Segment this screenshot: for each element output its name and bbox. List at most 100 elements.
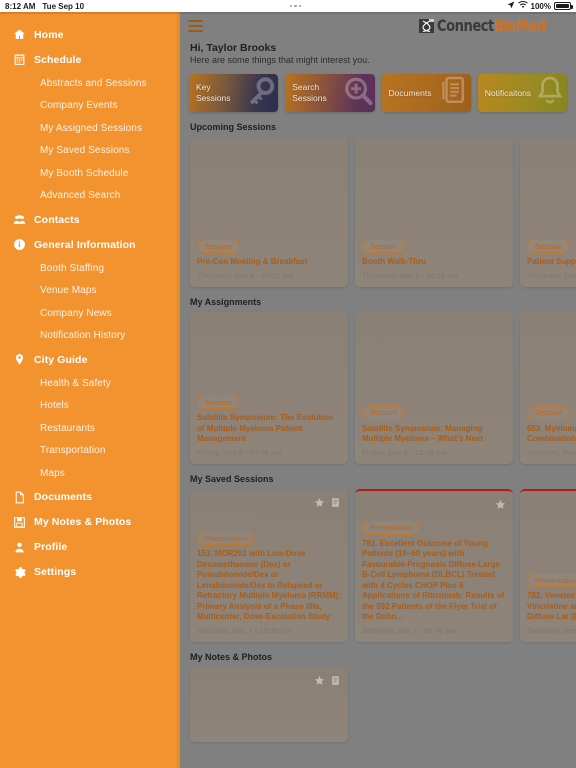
sidebar-item-settings[interactable]: Settings xyxy=(0,560,180,585)
status-bar: 8:12 AM Tue Sep 10 100% xyxy=(0,0,576,12)
session-card[interactable]: Presentation 782. Venetoclax, Cyclophosph… xyxy=(520,489,576,642)
sidebar-item-label: Documents xyxy=(34,491,93,503)
card-type-chip: Session xyxy=(197,395,240,410)
main-content: ConnectBioMed Hi, Taylor Brooks Here are… xyxy=(180,12,576,768)
wifi-icon xyxy=(517,0,528,11)
note-icon[interactable] xyxy=(330,673,341,691)
sidebar-item-label: Profile xyxy=(34,541,68,553)
sidebar-item-maps[interactable]: Maps xyxy=(0,462,180,485)
sidebar-item-booth-staffing[interactable]: Booth Staffing xyxy=(0,257,180,280)
sidebar-item-label: City Guide xyxy=(34,353,88,366)
app-logo: ConnectBioMed xyxy=(419,18,570,34)
sidebar-item-abstracts-and-sessions[interactable]: Abstracts and Sessions xyxy=(0,72,180,95)
card-datetime: Saturday, Dec 7 - 0 xyxy=(527,626,576,635)
star-icon[interactable] xyxy=(495,497,506,515)
section-my-assignments: My Assignments Session Satellite Symposium… xyxy=(180,287,576,464)
note-icon[interactable] xyxy=(330,495,341,513)
card-title: 782. Venetoclax, Cyclophospham Vincristi… xyxy=(527,591,576,622)
sidebar-edge xyxy=(177,12,180,768)
sidebar-item-label: General Information xyxy=(34,238,136,251)
app-root: 8:12 AM Tue Sep 10 100% Home Schedule Ab… xyxy=(0,0,576,768)
sidebar-item-contacts[interactable]: Contacts xyxy=(0,207,180,232)
session-card[interactable]: Session Booth Walk-Thru Thursday, Dec 5 - … xyxy=(355,137,513,287)
card-title: 653. Myeloma: Transplantation Combinatio… xyxy=(527,423,576,444)
card-carousel[interactable]: Presentation 153. MOR202 with Low-Dose De… xyxy=(190,489,576,642)
card-title: Satellite Symposium: The Evolution of Mu… xyxy=(197,413,334,444)
session-card[interactable]: Presentation 781. Excellent Outcome of Yo… xyxy=(355,489,513,642)
battery-percent: 100% xyxy=(530,1,551,11)
session-card[interactable]: Session 653. Myeloma: Transplantation Com… xyxy=(520,312,576,464)
sidebar-item-city-guide[interactable]: City Guide xyxy=(0,347,180,372)
sidebar-item-transportation[interactable]: Transportation xyxy=(0,440,180,463)
card-carousel[interactable] xyxy=(190,667,576,742)
card-type-chip: Session xyxy=(362,405,405,420)
sidebar-nav: Home Schedule Abstracts and Sessions Compan… xyxy=(0,12,180,768)
sidebar-item-notification-history[interactable]: Notification History xyxy=(0,325,180,348)
star-icon[interactable] xyxy=(314,673,325,691)
section-title: My Assignments xyxy=(190,297,262,307)
quick-tile-label: Documents xyxy=(388,87,432,98)
section-upcoming-sessions: Upcoming Sessions Session Pre-Con Meeting … xyxy=(180,112,576,287)
card-carousel[interactable]: Session Pre-Con Meeting & Breakfast Thursd… xyxy=(190,137,576,287)
sidebar-item-general-information[interactable]: General Information xyxy=(0,232,180,257)
sidebar-item-label: Advanced Search xyxy=(40,190,121,202)
sidebar-item-label: Abstracts and Sessions xyxy=(40,77,147,89)
sidebar-item-hotels[interactable]: Hotels xyxy=(0,395,180,418)
star-icon[interactable] xyxy=(314,495,325,513)
map-pin-icon xyxy=(8,353,30,366)
greeting-title: Hi, Taylor Brooks xyxy=(190,42,277,54)
sidebar-item-profile[interactable]: Profile xyxy=(0,535,180,560)
sidebar-item-label: Maps xyxy=(40,467,65,479)
sidebar-item-my-assigned-sessions[interactable]: My Assigned Sessions xyxy=(0,117,180,140)
card-carousel[interactable]: Session Satellite Symposium: The Evolutio… xyxy=(190,312,576,464)
sidebar-item-label: Notification History xyxy=(40,330,126,342)
status-bar-center xyxy=(84,4,506,8)
section-my-saved-sessions: My Saved Sessions Presentation 153. MOR202… xyxy=(180,464,576,642)
logo-wordmark: ConnectBioMed xyxy=(437,18,546,34)
card-title: 781. Excellent Outcome of Young Patients… xyxy=(362,538,505,622)
sidebar-item-company-events[interactable]: Company Events xyxy=(0,95,180,118)
sidebar-item-my-notes-photos[interactable]: My Notes & Photos xyxy=(0,510,180,535)
sidebar-item-schedule[interactable]: Schedule xyxy=(0,47,180,72)
people-icon xyxy=(8,213,30,226)
card-type-chip: Session xyxy=(362,239,405,254)
location-arrow-icon xyxy=(507,1,515,11)
document-icon xyxy=(8,491,30,504)
sidebar-item-label: Booth Staffing xyxy=(40,262,105,274)
quick-tile-notificaitons[interactable]: Notificaitons xyxy=(477,74,567,112)
sidebar-item-my-saved-sessions[interactable]: My Saved Sessions xyxy=(0,140,180,163)
sidebar-item-label: My Notes & Photos xyxy=(34,516,132,528)
sidebar-item-advanced-search[interactable]: Advanced Search xyxy=(0,185,180,208)
sidebar-item-my-booth-schedule[interactable]: My Booth Schedule xyxy=(0,162,180,185)
card-type-chip: Session xyxy=(527,239,570,254)
sidebar-item-home[interactable]: Home xyxy=(0,22,180,47)
sidebar-item-company-news[interactable]: Company News xyxy=(0,302,180,325)
session-card[interactable]: Session Pre-Con Meeting & Breakfast Thursd… xyxy=(190,137,348,287)
quick-tile-key-sessions[interactable]: Key Sessions xyxy=(189,74,279,112)
sidebar-item-documents[interactable]: Documents xyxy=(0,485,180,510)
sidebar-item-restaurants[interactable]: Restaurants xyxy=(0,417,180,440)
session-card[interactable]: Presentation 153. MOR202 with Low-Dose De… xyxy=(190,489,348,642)
card-icon-group xyxy=(314,495,341,513)
sidebar-item-health-safety[interactable]: Health & Safety xyxy=(0,372,180,395)
calendar-icon xyxy=(8,53,30,66)
session-card[interactable]: Session Satellite Symposium: Managing Mul… xyxy=(355,312,513,464)
card-datetime: Thursday, Dec 5 - 0 xyxy=(527,271,576,280)
session-card[interactable]: Session Satellite Symposium: The Evolutio… xyxy=(190,312,348,464)
logo-primary-text: Connect xyxy=(437,16,495,35)
quick-tile-search-sessions[interactable]: Search Sessions xyxy=(285,74,375,112)
sidebar-item-label: Schedule xyxy=(34,53,82,66)
content-sections: Upcoming Sessions Session Pre-Con Meeting … xyxy=(180,112,576,742)
card-title: Satellite Symposium: Managing Multiple M… xyxy=(362,423,484,444)
session-card[interactable]: Session Patient Support Thursday, Dec 5 - … xyxy=(520,137,576,287)
sidebar-item-label: Hotels xyxy=(40,400,69,412)
card-title: Patient Support xyxy=(527,257,576,267)
card-title: Pre-Con Meeting & Breakfast xyxy=(197,257,308,267)
sidebar-item-label: Contacts xyxy=(34,213,80,226)
status-dot-icon xyxy=(298,4,302,8)
sidebar-item-venue-maps[interactable]: Venue Maps xyxy=(0,280,180,303)
session-card[interactable] xyxy=(190,667,348,742)
hamburger-menu-icon[interactable] xyxy=(188,19,203,33)
card-datetime: Saturday, Dec 7 - xyxy=(527,448,576,457)
quick-tile-documents[interactable]: Documents xyxy=(381,74,471,112)
